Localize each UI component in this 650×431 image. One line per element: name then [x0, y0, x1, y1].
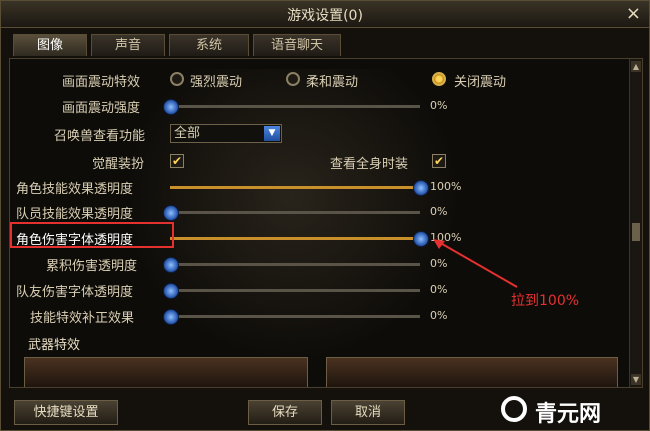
slider-knob[interactable] — [163, 205, 179, 221]
close-icon[interactable]: × — [626, 3, 641, 24]
slider-label: 累积伤害透明度 — [46, 259, 138, 274]
slider-track[interactable] — [170, 180, 429, 196]
slider-value: 0% — [430, 205, 448, 218]
option-strong-shake[interactable]: 强烈震动 — [190, 71, 242, 90]
save-button[interactable]: 保存 — [248, 400, 322, 425]
shake-label: 画面震动特效 — [62, 75, 141, 90]
slider-label: 技能特效补正效果 — [30, 311, 135, 326]
summon-select[interactable]: 全部 ▼ — [170, 124, 282, 143]
slider-track[interactable] — [163, 205, 420, 221]
slider-label: 角色技能效果透明度 — [16, 182, 134, 197]
slider-knob[interactable] — [163, 283, 179, 299]
option-off-shake[interactable]: 关闭震动 — [454, 71, 506, 90]
shake-strength-knob[interactable] — [163, 99, 179, 115]
summon-label: 召唤兽查看功能 — [54, 129, 146, 144]
slider-label: 队员技能效果透明度 — [16, 207, 134, 222]
tab-system[interactable]: 系统 — [169, 34, 249, 56]
shake-strength-value: 0% — [430, 99, 448, 112]
annotation-arrow-icon — [433, 239, 518, 288]
shake-row: 画面震动特效 强烈震动 柔和震动 关闭震动 — [10, 68, 630, 92]
tab-graphics[interactable]: 图像 — [13, 34, 87, 56]
slider-track[interactable] — [163, 309, 420, 325]
settings-window: 游戏设置(0) × 图像 声音 系统 语音聊天 画面震动特效 强烈震动 柔和震动… — [0, 0, 650, 431]
tab-sound[interactable]: 声音 — [91, 34, 165, 56]
full-outfit-label: 查看全身时装 — [330, 157, 409, 172]
slider-knob[interactable] — [163, 257, 179, 273]
tab-voice-chat[interactable]: 语音聊天 — [253, 34, 341, 56]
chevron-down-icon[interactable]: ▼ — [264, 126, 280, 141]
radio-off-shake[interactable] — [432, 72, 446, 86]
weapon-preview-left — [24, 357, 308, 387]
brand-watermark: 青元网 — [501, 392, 641, 427]
slider-row: 角色技能效果透明度 100% — [10, 175, 630, 199]
option-soft-shake[interactable]: 柔和震动 — [306, 71, 358, 90]
slider-row: 队员技能效果透明度 0% — [10, 200, 630, 224]
window-title: 游戏设置(0) — [287, 8, 363, 24]
slider-value: 100% — [430, 180, 462, 193]
awaken-checkbox[interactable]: ✔ — [170, 154, 184, 168]
checkbox-row: 觉醒装扮 ✔ 查看全身时装 ✔ — [10, 150, 630, 174]
annotation-text: 拉到100% — [511, 293, 580, 309]
slider-value: 0% — [430, 309, 448, 322]
slider-track[interactable] — [163, 257, 420, 273]
scroll-down-icon[interactable]: ▼ — [631, 374, 641, 385]
slider-knob[interactable] — [163, 309, 179, 325]
slider-knob[interactable] — [413, 180, 429, 196]
scroll-thumb[interactable] — [632, 223, 640, 241]
shake-strength-slider[interactable] — [163, 99, 420, 115]
slider-label: 队友伤害字体透明度 — [16, 285, 134, 300]
weapon-preview-right — [326, 357, 618, 387]
shortcut-settings-button[interactable]: 快捷键设置 — [14, 400, 118, 425]
full-outfit-checkbox[interactable]: ✔ — [432, 154, 446, 168]
slider-track[interactable] — [170, 231, 429, 247]
awaken-label: 觉醒装扮 — [92, 157, 145, 172]
highlight-box — [10, 222, 174, 248]
radio-soft-shake[interactable] — [286, 72, 300, 86]
shake-strength-row: 画面震动强度 0% — [10, 94, 630, 118]
summon-row: 召唤兽查看功能 全部 ▼ — [10, 122, 630, 146]
summon-select-value: 全部 — [174, 126, 201, 141]
slider-knob[interactable] — [413, 231, 429, 247]
slider-row: 累积伤害透明度 0% — [10, 252, 630, 276]
radio-strong-shake[interactable] — [170, 72, 184, 86]
title-bar: 游戏设置(0) × — [1, 1, 649, 28]
brand-logo-icon — [501, 396, 527, 422]
slider-track[interactable] — [163, 283, 420, 299]
cancel-button[interactable]: 取消 — [331, 400, 405, 425]
shake-strength-label: 画面震动强度 — [62, 101, 141, 116]
scrollbar[interactable]: ▲ ▼ — [629, 59, 642, 387]
scroll-up-icon[interactable]: ▲ — [631, 61, 641, 72]
weapon-effect-title: 武器特效 — [28, 338, 81, 353]
brand-name: 青元网 — [535, 402, 602, 427]
settings-panel: 画面震动特效 强烈震动 柔和震动 关闭震动 画面震动强度 0% 召唤兽查看功能 … — [9, 58, 643, 388]
